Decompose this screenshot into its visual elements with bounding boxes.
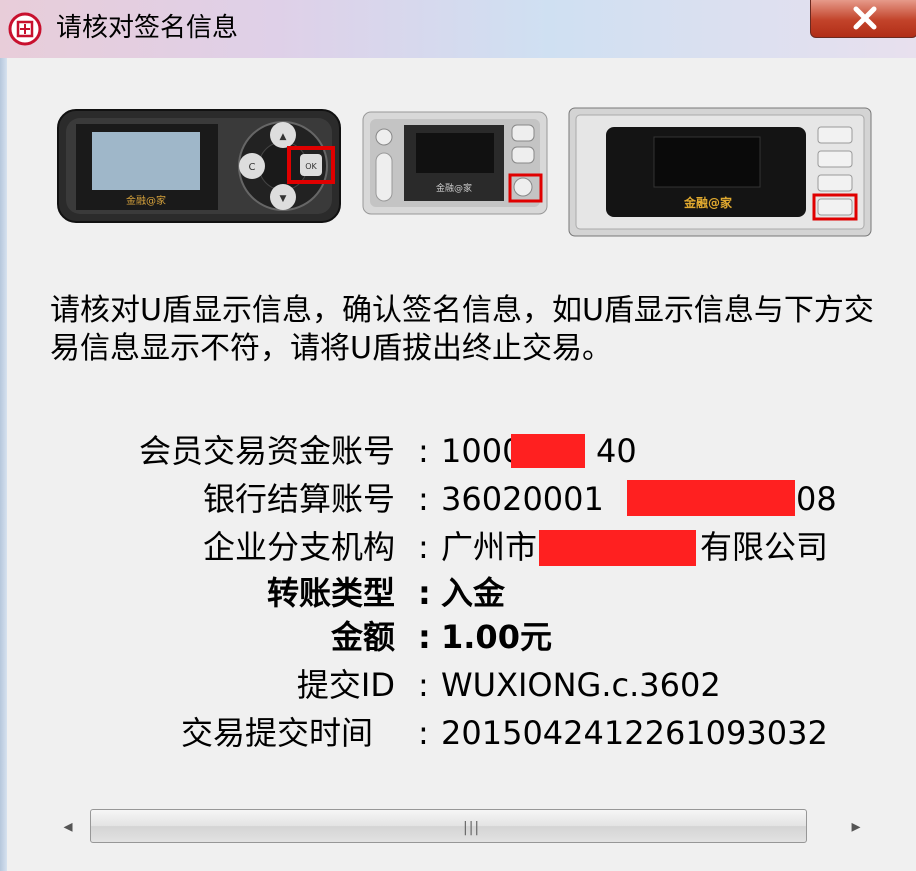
field-label: 会员交易资金账号: [138, 432, 395, 470]
usb-key-image-2: 金融@家: [362, 111, 548, 215]
dialog-window: 请核对签名信息 金融@家 C ▲ ▼ OK 金融@家 金融@家 请核对U盾显示信…: [0, 0, 916, 871]
field-colon: :: [418, 714, 429, 752]
field-transfer-type: 转账类型 : 入金: [0, 570, 900, 618]
horizontal-scrollbar[interactable]: ◂ ||| ▸: [48, 805, 876, 847]
field-label: 转账类型: [266, 574, 395, 612]
redaction-bar: [627, 480, 795, 516]
usb-key-image-3: 金融@家: [568, 107, 872, 237]
window-title: 请核对签名信息: [56, 13, 239, 43]
field-label: 金额: [330, 618, 395, 656]
svg-text:金融@家: 金融@家: [683, 195, 733, 210]
field-value-tail: 40: [596, 432, 637, 470]
field-value: 36020001: [441, 480, 604, 518]
field-label: 银行结算账号: [202, 480, 395, 518]
field-colon: :: [418, 432, 429, 470]
field-colon: :: [418, 574, 431, 612]
field-branch: 企业分支机构 : 广州市 有限公司: [0, 524, 900, 572]
field-value: WUXIONG.c.3602: [441, 666, 721, 704]
scroll-left-button[interactable]: ◂: [48, 805, 88, 847]
field-colon: :: [418, 666, 429, 704]
field-label: 提交ID: [296, 666, 395, 704]
device-brand-1: 金融@家: [126, 194, 166, 207]
field-member-account: 会员交易资金账号 : 1000 40: [0, 428, 900, 476]
field-submit-time: 交易提交时间 : 2015042412261093032: [0, 710, 878, 758]
svg-text:▲: ▲: [280, 132, 287, 142]
close-button[interactable]: [810, 0, 916, 38]
redaction-bar: [511, 434, 585, 468]
grip-icon: |||: [463, 820, 481, 836]
field-colon: :: [418, 528, 429, 566]
field-bank-account: 银行结算账号 : 36020001 08: [0, 476, 900, 524]
usb-key-device-2: 金融@家: [362, 111, 548, 215]
field-label: 交易提交时间: [180, 714, 373, 752]
usb-key-image-1: 金融@家 C ▲ ▼ OK: [57, 109, 341, 223]
instruction-text: 请核对U盾显示信息，确认签名信息，如U盾显示信息与下方交易信息显示不符，请将U盾…: [50, 293, 874, 366]
field-label: 企业分支机构: [202, 528, 395, 566]
svg-text:C: C: [249, 162, 256, 173]
svg-text:▼: ▼: [280, 194, 287, 204]
field-amount: 金额 : 1.00元: [0, 614, 900, 662]
close-icon: [853, 6, 877, 30]
chevron-right-icon: ▸: [851, 815, 861, 837]
usb-key-device-1: 金融@家 C ▲ ▼ OK: [56, 108, 342, 224]
svg-text:金融@家: 金融@家: [436, 182, 472, 194]
chevron-left-icon: ◂: [63, 815, 73, 837]
usb-key-device-3: 金融@家: [568, 107, 872, 237]
field-colon: :: [418, 618, 431, 656]
field-value-tail: 08: [796, 480, 837, 518]
svg-text:OK: OK: [305, 162, 317, 171]
field-value: 1.00元: [441, 618, 552, 656]
field-value: 广州市: [441, 528, 538, 566]
scrollbar-thumb[interactable]: |||: [90, 809, 807, 843]
redaction-bar: [539, 530, 696, 566]
field-colon: :: [418, 480, 429, 518]
field-submit-id: 提交ID : WUXIONG.c.3602: [0, 662, 900, 710]
scroll-right-button[interactable]: ▸: [836, 805, 876, 847]
field-value-tail: 有限公司: [700, 528, 829, 566]
title-bar: 请核对签名信息: [0, 0, 916, 58]
field-value: 入金: [441, 574, 506, 612]
seal-icon: [8, 12, 42, 46]
field-value: 2015042412261093032: [441, 714, 828, 752]
